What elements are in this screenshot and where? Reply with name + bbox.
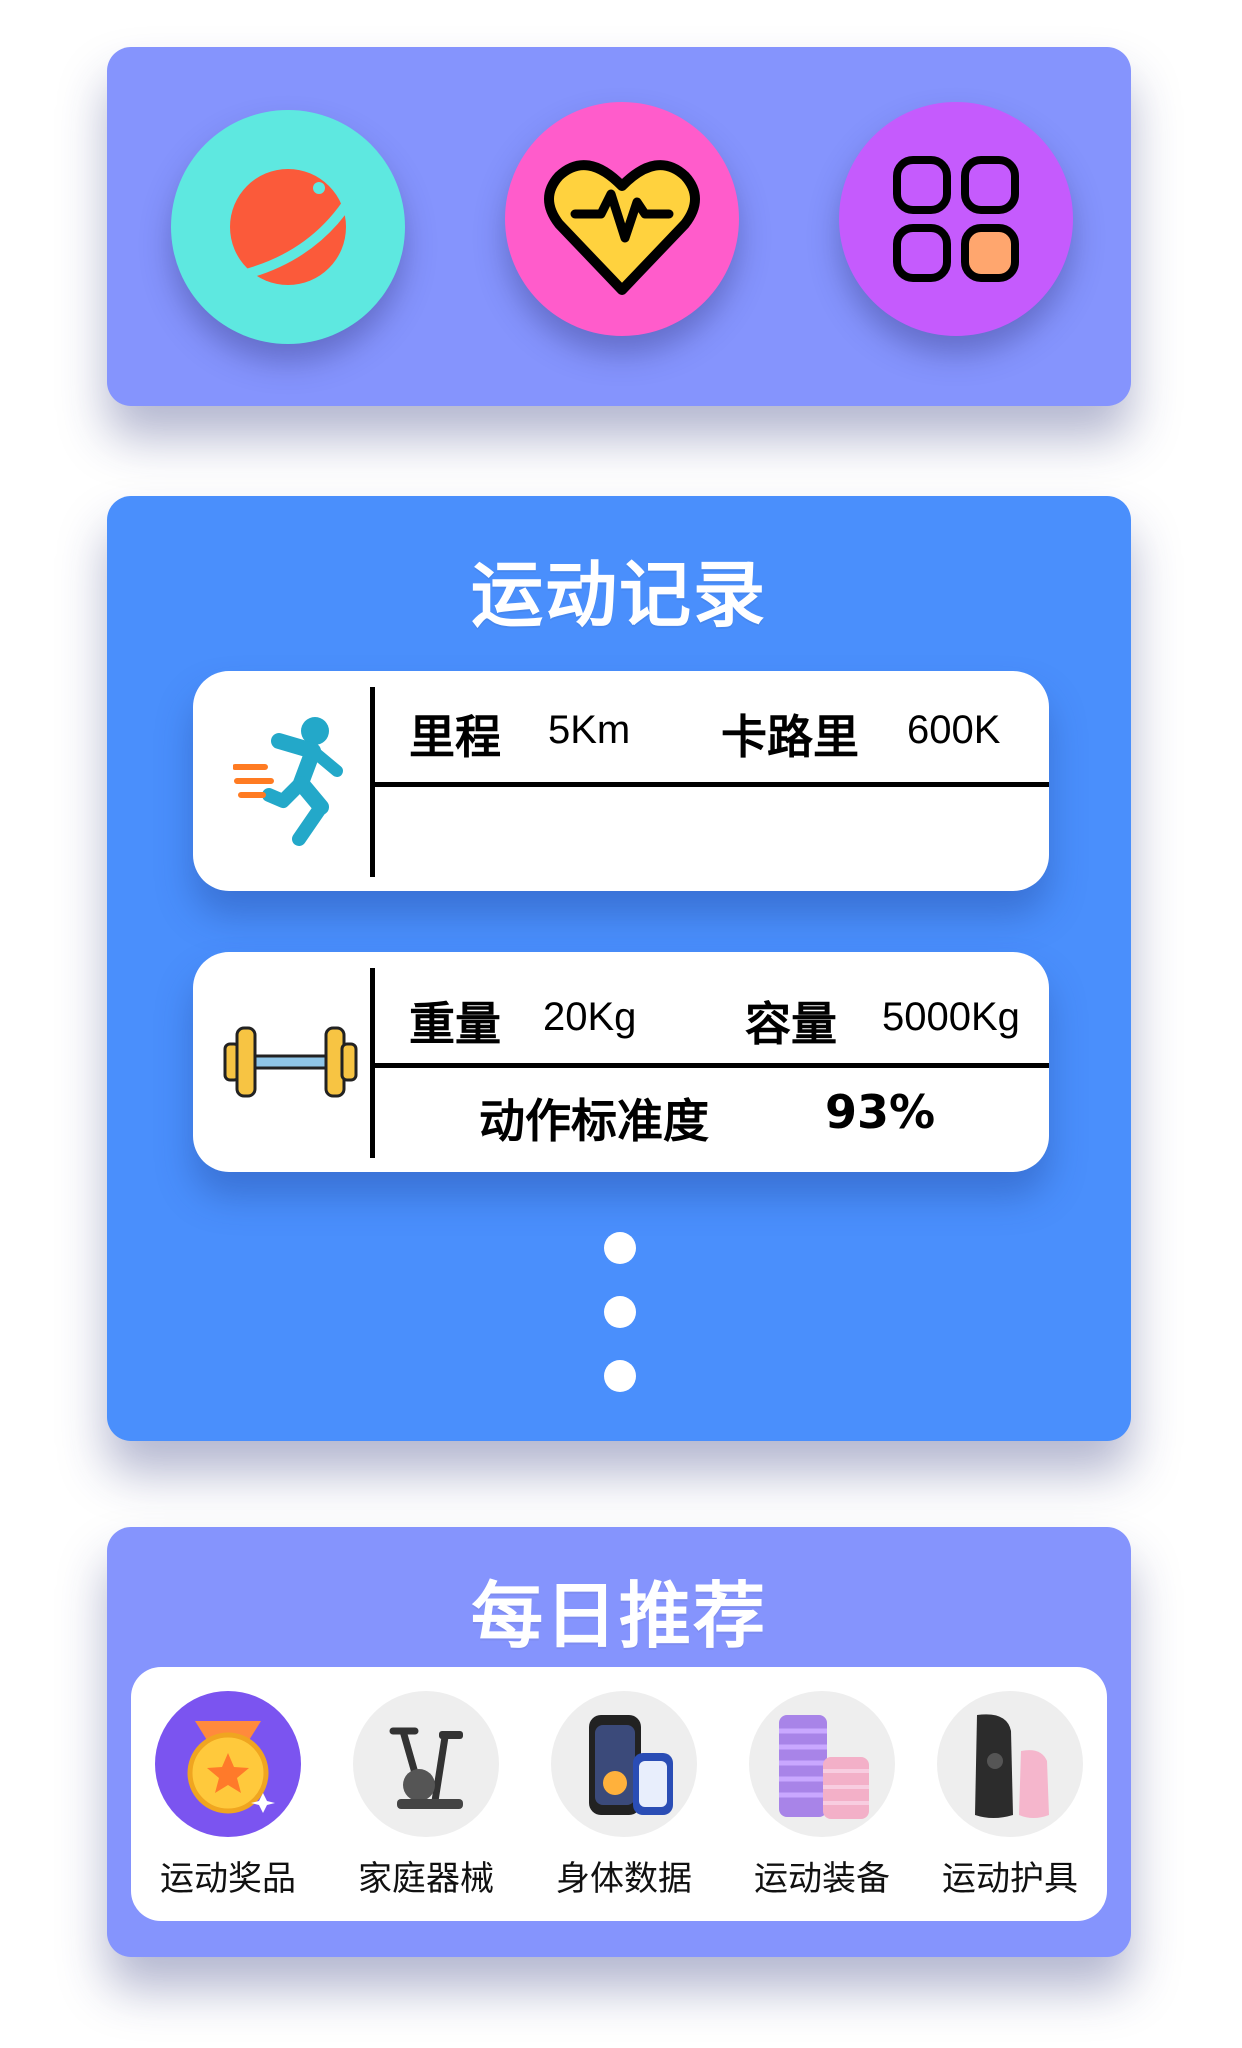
running-person-icon [232,711,353,855]
calories-value: 600K [907,708,1001,752]
quick-actions-card [107,47,1131,406]
more-dot[interactable] [604,1360,636,1392]
recommend-item-label: 运动装备 [754,1859,890,1899]
weight-label: 重量 [409,997,501,1051]
foam-roller-icon [749,1691,895,1837]
accuracy-value: 93% [825,1085,936,1139]
running-record[interactable]: 里程 5Km 卡路里 600K [193,671,1049,891]
smartwatch-icon [551,1691,697,1837]
distance-value: 5Km [548,708,631,752]
daily-recommend-card: 每日推荐 运动奖品 家庭器械 身体数据 运动装备 运动护具 [107,1527,1131,1957]
apps-grid-icon [893,156,1019,282]
recommend-item-label: 运动护具 [942,1859,1078,1899]
apps-button[interactable] [839,102,1073,336]
recommend-item[interactable]: 身体数据 [549,1691,699,1900]
section-title: 运动记录 [470,553,767,637]
recommend-item[interactable]: 运动奖品 [153,1691,303,1900]
knee-brace-icon [937,1691,1083,1837]
health-button[interactable] [505,102,739,336]
recommend-item-label: 运动奖品 [160,1859,296,1899]
planet-icon [224,169,366,285]
recommend-panel: 运动奖品 家庭器械 身体数据 运动装备 运动护具 [131,1667,1107,1921]
horizontal-divider [375,1063,1049,1068]
dumbbell-icon [223,1022,358,1106]
more-dot[interactable] [604,1296,636,1328]
accuracy-label: 动作标准度 [479,1094,709,1148]
distance-label: 里程 [409,710,501,764]
recommend-item[interactable]: 运动护具 [935,1691,1085,1900]
recommend-item-label: 家庭器械 [358,1859,494,1899]
exercise-bike-icon [353,1691,499,1837]
planet-button[interactable] [171,110,405,344]
volume-label: 容量 [745,997,837,1051]
more-dot[interactable] [604,1232,636,1264]
medal-icon [155,1691,301,1837]
heart-pulse-icon [544,160,700,295]
calories-label: 卡路里 [721,710,859,764]
recommend-item[interactable]: 家庭器械 [351,1691,501,1900]
volume-value: 5000Kg [882,995,1020,1039]
recommend-item-label: 身体数据 [556,1859,692,1899]
strength-record[interactable]: 重量 20Kg 容量 5000Kg 动作标准度 93% [193,952,1049,1172]
sport-record-card: 运动记录 里程 5Km 卡路里 600K 重量 20Kg 容量 5000Kg 动… [107,496,1131,1441]
weight-value: 20Kg [543,995,637,1039]
recommend-item[interactable]: 运动装备 [747,1691,897,1900]
section-title: 每日推荐 [470,1574,767,1658]
horizontal-divider [375,782,1049,787]
